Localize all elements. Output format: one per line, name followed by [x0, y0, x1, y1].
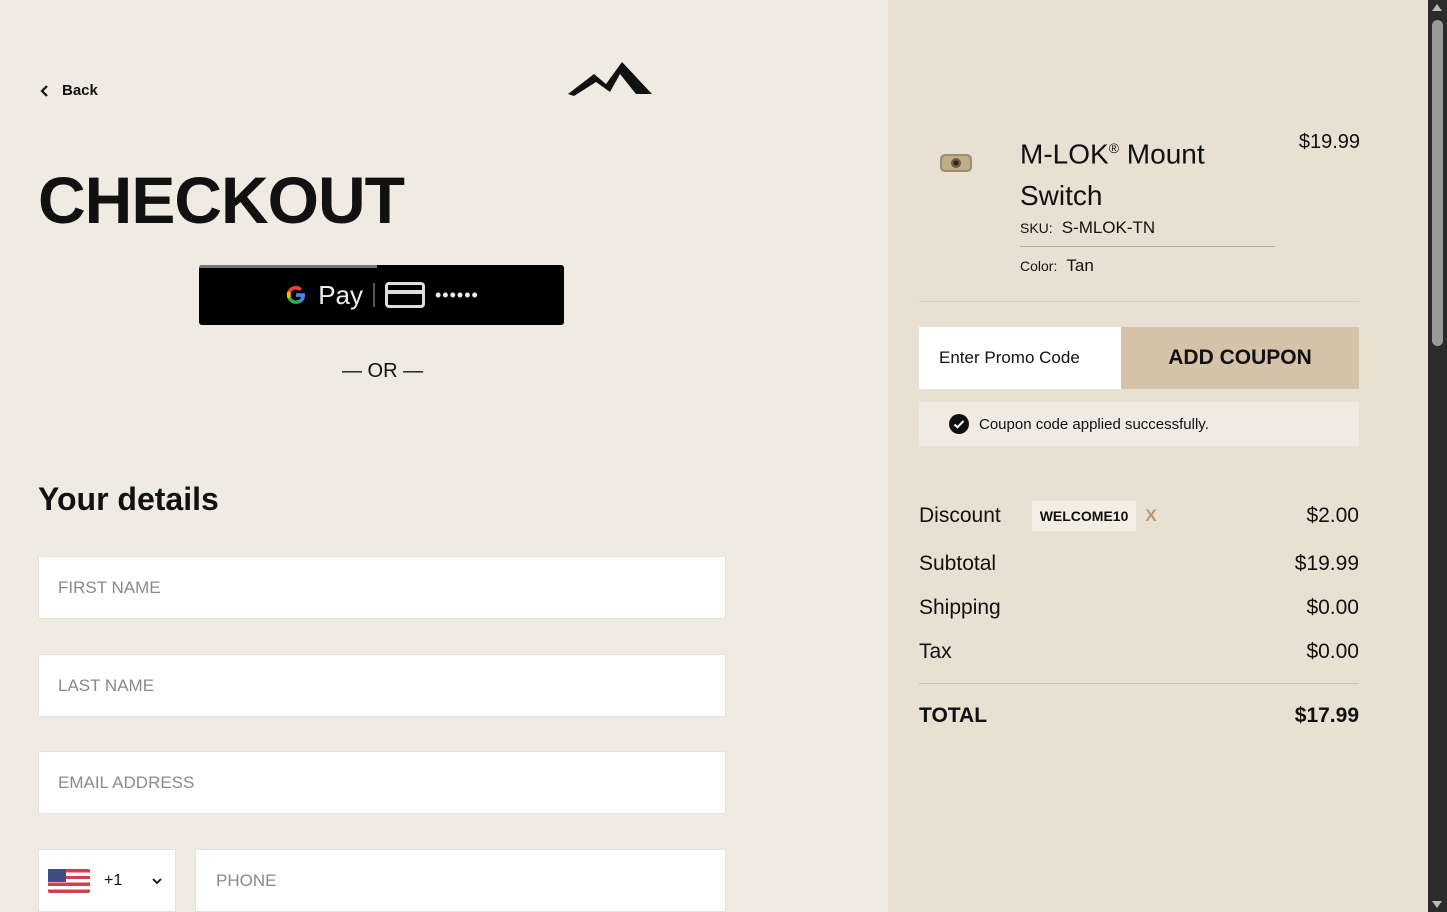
product-thumbnail[interactable] [938, 150, 974, 176]
gpay-label: Pay [318, 279, 363, 310]
scroll-up-arrow-icon[interactable] [1432, 4, 1442, 11]
total-label: TOTAL [919, 704, 988, 727]
chevron-down-icon [152, 877, 162, 884]
country-code-select[interactable]: +1 [38, 849, 176, 912]
your-details-heading: Your details [38, 481, 219, 517]
tax-value: $0.00 [1306, 640, 1359, 663]
country-code: +1 [104, 871, 123, 889]
brand-logo-icon[interactable] [566, 60, 652, 98]
scroll-thumb[interactable] [1432, 20, 1443, 346]
add-coupon-button[interactable]: ADD COUPON [1121, 327, 1359, 389]
discount-value: $2.00 [1306, 504, 1359, 527]
shipping-row: Shipping $0.00 [919, 594, 1359, 622]
shipping-value: $0.00 [1306, 596, 1359, 619]
back-link[interactable]: Back [38, 82, 98, 99]
color-value: Tan [1066, 256, 1094, 275]
check-circle-icon [949, 414, 969, 434]
last-name-field[interactable] [38, 654, 726, 717]
success-text: Coupon code applied successfully. [979, 415, 1209, 433]
or-divider: — OR — [342, 360, 424, 382]
subtotal-row: Subtotal $19.99 [919, 550, 1359, 578]
page-title: CHECKOUT [38, 163, 405, 237]
checkout-form-panel: Back CHECKOUT Pay •••••• — OR — Your det… [0, 0, 888, 912]
first-name-field[interactable] [38, 556, 726, 619]
us-flag-icon [48, 868, 90, 893]
remove-coupon-button[interactable]: X [1145, 506, 1156, 526]
subtotal-value: $19.99 [1294, 552, 1359, 575]
discount-code-badge: WELCOME10 [1031, 501, 1137, 531]
divider [919, 301, 1359, 302]
color-label: Color: [1020, 258, 1058, 274]
product-sku: SKU: S-MLOK-TN [1020, 218, 1275, 247]
total-value: $17.99 [1294, 704, 1359, 727]
sku-label: SKU: [1020, 220, 1053, 236]
gpay-loading-bar [199, 265, 377, 268]
subtotal-label: Subtotal [919, 552, 997, 575]
google-pay-button[interactable]: Pay •••••• [199, 265, 564, 325]
sku-value: S-MLOK-TN [1061, 218, 1156, 237]
card-masked-number: •••••• [435, 284, 479, 305]
card-icon [385, 282, 425, 308]
total-row: TOTAL $17.99 [919, 702, 1359, 730]
shipping-label: Shipping [919, 596, 1001, 619]
coupon-success-message: Coupon code applied successfully. [919, 402, 1359, 446]
product-color: Color: Tan [1020, 256, 1094, 276]
tax-row: Tax $0.00 [919, 638, 1359, 666]
scrollbar[interactable] [1428, 0, 1447, 912]
promo-code-input[interactable] [919, 327, 1121, 389]
email-field[interactable] [38, 751, 726, 814]
divider [919, 683, 1359, 684]
tax-label: Tax [919, 640, 952, 663]
gpay-separator [373, 283, 375, 307]
discount-row: Discount WELCOME10 X $2.00 [919, 498, 1359, 534]
product-price: $19.99 [1298, 131, 1360, 153]
chevron-left-icon [40, 84, 48, 97]
product-name[interactable]: M-LOK® Mount Switch [1020, 127, 1280, 217]
google-g-icon [287, 285, 306, 305]
phone-field[interactable] [195, 849, 726, 912]
scroll-down-arrow-icon[interactable] [1432, 901, 1442, 908]
back-label: Back [62, 82, 98, 99]
discount-label: Discount [919, 504, 1001, 527]
